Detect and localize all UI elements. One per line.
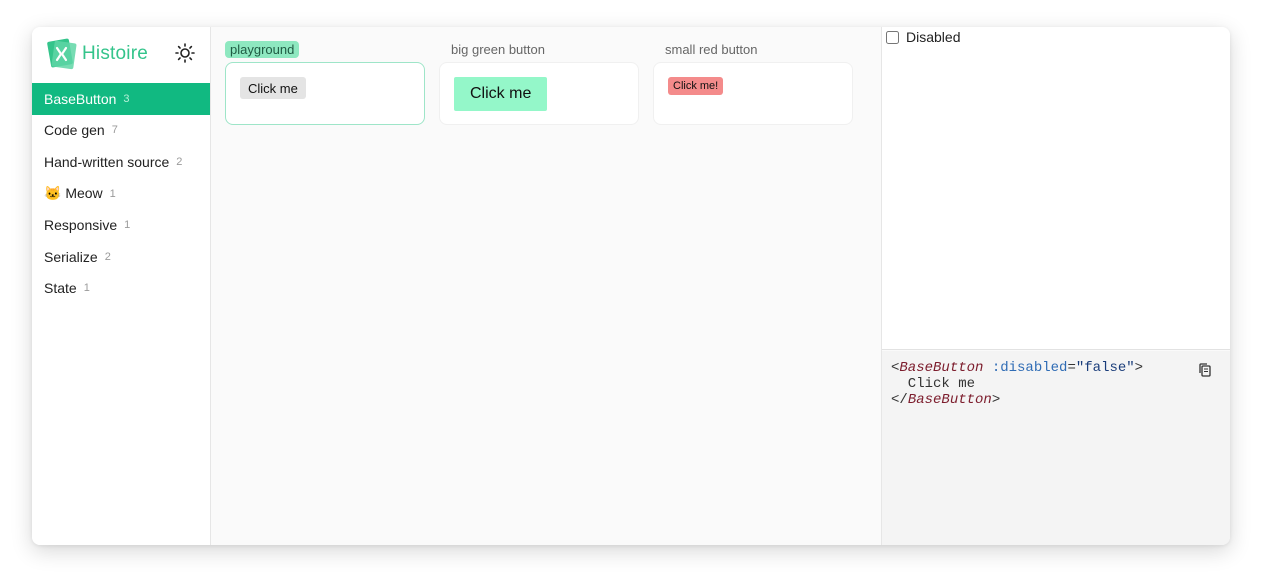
variant-preview: Click me [439, 62, 639, 125]
sidebar-item-hand-written-source[interactable]: Hand-written source 2 [32, 146, 210, 178]
sidebar-item-label: Responsive [44, 217, 118, 234]
theme-toggle-sun-icon[interactable] [175, 43, 195, 63]
variant-title: big green button [439, 39, 639, 59]
copy-icon[interactable] [1197, 362, 1213, 378]
story-list: BaseButton 3 Code gen 7 Hand-written sou… [32, 83, 210, 304]
variant-small-red-button[interactable]: small red button Click me! [653, 39, 853, 125]
small-red-button[interactable]: Click me! [668, 77, 724, 95]
variant-preview: Click me! [653, 62, 853, 125]
sidebar-item-serialize[interactable]: Serialize 2 [32, 241, 210, 273]
sidebar-item-basebutton[interactable]: BaseButton 3 [32, 83, 210, 115]
variant-playground[interactable]: playground Click me [225, 39, 425, 125]
sidebar-item-count: 7 [111, 124, 118, 137]
disabled-checkbox[interactable] [886, 30, 899, 44]
variant-title-label: playground [225, 40, 300, 58]
sidebar-item-responsive[interactable]: Responsive 1 [32, 209, 210, 241]
code-attr-value: "false" [1075, 360, 1135, 376]
sidebar-item-count: 3 [123, 92, 130, 105]
histoire-logo-icon [47, 38, 77, 70]
story-variants-area: playground Click me big green button Cli… [212, 27, 882, 545]
code-content: Click me [891, 376, 976, 392]
sidebar-item-label: State [44, 280, 77, 297]
source-code-pane: <BaseButton :disabled="false"> Click me … [882, 351, 1230, 545]
sidebar-item-label: Serialize [44, 248, 98, 265]
sidebar-item-count: 2 [104, 250, 111, 263]
brand-name: Histoire [82, 43, 149, 64]
brand[interactable]: Histoire [46, 38, 148, 70]
variant-title: playground [225, 39, 425, 59]
sidebar-item-label: BaseButton [44, 90, 117, 107]
sidebar-item-label: 🐱 Meow [44, 185, 103, 202]
controls-pane: Disabled [882, 27, 1230, 350]
code-component-name: BaseButton [907, 392, 992, 408]
sidebar-item-state[interactable]: State 1 [32, 273, 210, 305]
disabled-control[interactable]: Disabled [886, 29, 960, 45]
side-panel: Disabled <BaseButton :disabled="false"> … [881, 27, 1230, 545]
variant-title-label: small red button [665, 41, 758, 57]
big-green-button[interactable]: Click me [454, 77, 548, 111]
code-punct: </ [891, 392, 908, 408]
sidebar-item-meow[interactable]: 🐱 Meow 1 [32, 178, 210, 210]
click-me-button[interactable]: Click me [240, 77, 306, 99]
sidebar-item-label: Code gen [44, 122, 105, 139]
source-code: <BaseButton :disabled="false"> Click me … [891, 360, 1143, 408]
code-punct: > [991, 392, 1001, 408]
sidebar-item-count: 1 [109, 187, 116, 200]
code-attr-name: :disabled [991, 360, 1068, 376]
sidebar-item-code-gen[interactable]: Code gen 7 [32, 115, 210, 147]
sidebar-item-label: Hand-written source [44, 153, 170, 170]
variant-title-label: big green button [451, 41, 545, 57]
code-punct: = [1067, 360, 1076, 376]
variant-title: small red button [653, 39, 853, 59]
code-component-name: BaseButton [899, 360, 984, 376]
disabled-label: Disabled [906, 29, 961, 45]
code-punct: > [1134, 360, 1144, 376]
sidebar: Histoire BaseButton 3 Code gen 7 Hand-wr… [32, 27, 211, 545]
sidebar-item-count: 1 [83, 282, 90, 295]
app-window: Histoire BaseButton 3 Code gen 7 Hand-wr… [32, 27, 1230, 545]
variant-preview: Click me [225, 62, 425, 125]
sidebar-item-count: 2 [176, 155, 183, 168]
sidebar-item-count: 1 [124, 219, 131, 232]
variant-big-green-button[interactable]: big green button Click me [439, 39, 639, 125]
